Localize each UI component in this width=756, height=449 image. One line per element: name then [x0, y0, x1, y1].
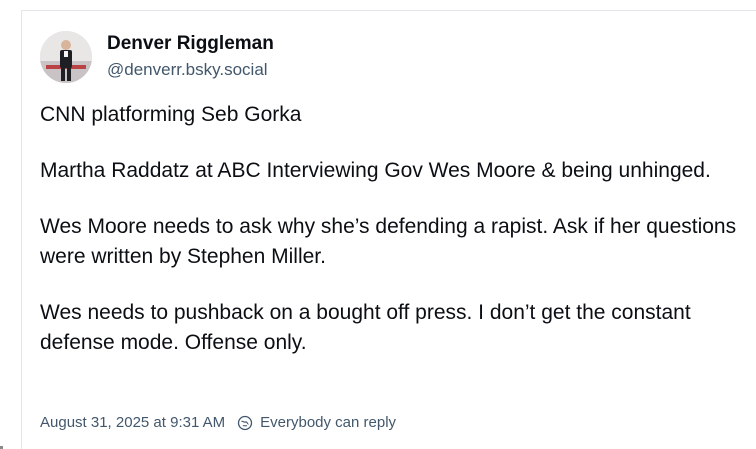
author-handle[interactable]: @denverr.bsky.social: [107, 59, 268, 81]
avatar[interactable]: [40, 31, 92, 83]
post-timestamp[interactable]: August 31, 2025 at 9:31 AM: [40, 413, 225, 433]
post-text: CNN platforming Seb Gorka Martha Raddatz…: [40, 100, 740, 384]
reply-setting-label[interactable]: Everybody can reply: [260, 413, 396, 433]
author-display-name[interactable]: Denver Riggleman: [107, 32, 274, 56]
post-meta: August 31, 2025 at 9:31 AM Everybody can…: [40, 413, 396, 433]
post-paragraph: Wes needs to pushback on a bought off pr…: [40, 301, 691, 354]
post-paragraph: Martha Raddatz at ABC Interviewing Gov W…: [40, 159, 711, 182]
post-paragraph: Wes Moore needs to ask why she’s defendi…: [40, 215, 737, 268]
globe-reply-icon: [237, 415, 253, 431]
post-paragraph: CNN platforming Seb Gorka: [40, 103, 302, 126]
profile-photo: [40, 31, 92, 83]
